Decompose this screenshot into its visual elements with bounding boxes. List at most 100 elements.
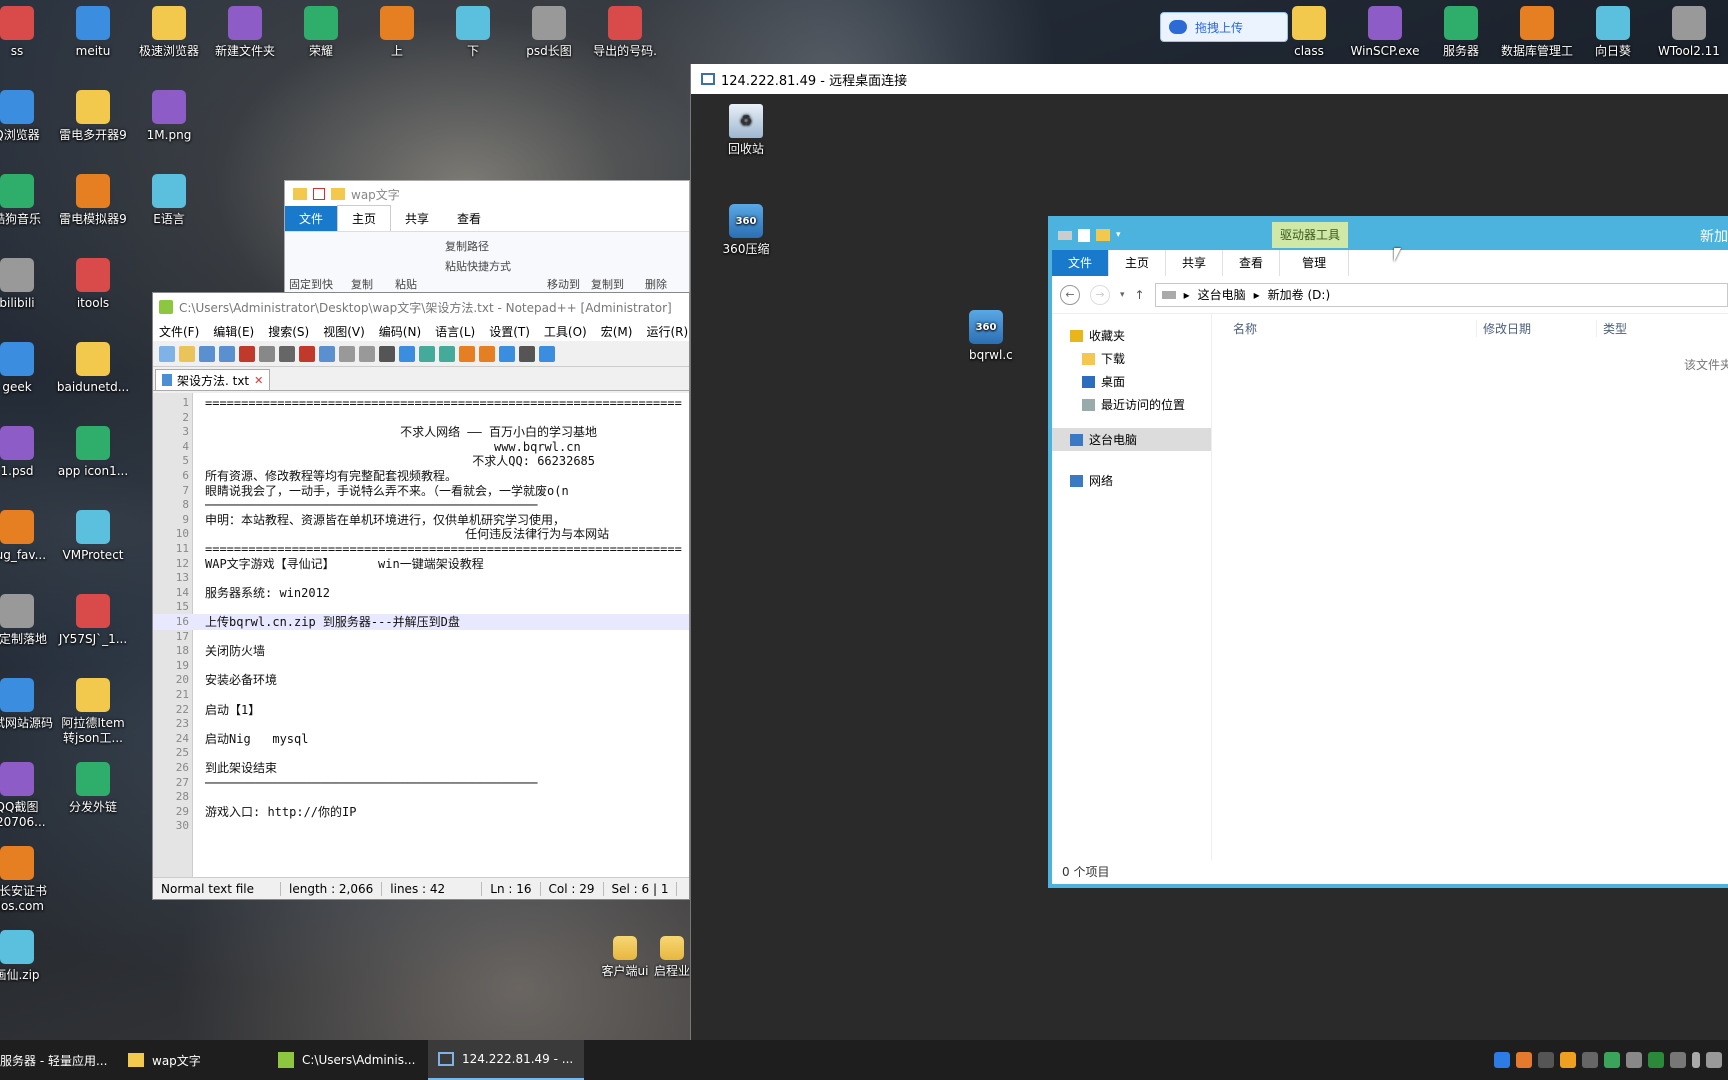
- nav-item[interactable]: 最近访问的位置: [1052, 393, 1211, 416]
- copy-button[interactable]: 复制: [351, 276, 373, 292]
- desktop-icon[interactable]: baidunetd...: [56, 342, 130, 395]
- toolbar-button[interactable]: [459, 345, 475, 362]
- desktop-icon[interactable]: E语言: [132, 174, 206, 227]
- tray-app-icon[interactable]: [1670, 1052, 1686, 1068]
- input-method-icon[interactable]: [1706, 1052, 1722, 1068]
- desktop-icon[interactable]: 测试网站源码: [0, 678, 54, 731]
- desktop-icon[interactable]: psd长图: [512, 6, 586, 59]
- tray-app-icon[interactable]: [1604, 1052, 1620, 1068]
- desktop-icon[interactable]: JY57SJ`_1...: [56, 594, 130, 647]
- desktop-icon[interactable]: WinSCP.exe: [1348, 6, 1422, 59]
- desktop-icon[interactable]: itools: [56, 258, 130, 311]
- toolbar-button[interactable]: [179, 345, 195, 362]
- desktop-icon[interactable]: 荣耀: [284, 6, 358, 59]
- toolbar-button[interactable]: [159, 345, 175, 362]
- delete-button[interactable]: 删除: [645, 276, 667, 292]
- column-date[interactable]: 修改日期: [1477, 319, 1597, 337]
- taskbar-item-server[interactable]: 服务器 - 轻量应用...: [0, 1040, 118, 1080]
- tray-app-icon[interactable]: [1582, 1052, 1598, 1068]
- menu-item[interactable]: 文件(F): [159, 323, 199, 340]
- tray-app-icon[interactable]: [1516, 1052, 1532, 1068]
- menu-item[interactable]: 搜索(S): [268, 323, 309, 340]
- toolbar-button[interactable]: [199, 345, 215, 362]
- copy-to-button[interactable]: 复制到: [591, 276, 624, 292]
- recycle-bin[interactable]: ♻ 回收站: [709, 104, 783, 157]
- breadcrumb-this-pc[interactable]: 这台电脑: [1198, 286, 1246, 303]
- menu-item[interactable]: 视图(V): [323, 323, 365, 340]
- drive-tools-tab[interactable]: 驱动器工具: [1272, 222, 1349, 248]
- toolbar-button[interactable]: [219, 345, 235, 362]
- tab-view[interactable]: 查看: [443, 206, 495, 231]
- properties-icon[interactable]: [1078, 228, 1090, 242]
- desktop-icon[interactable]: 上: [360, 6, 434, 59]
- desktop-icon[interactable]: 新建文件夹: [208, 6, 282, 59]
- tray-app-icon[interactable]: [1648, 1052, 1664, 1068]
- zip-360[interactable]: 360 360压缩: [709, 204, 783, 257]
- desktop-icon[interactable]: 1.psd: [0, 426, 54, 479]
- dropdown-icon[interactable]: ▾: [1116, 230, 1121, 240]
- taskbar-item-wap[interactable]: wap文字: [118, 1040, 268, 1080]
- desktop-icon[interactable]: QQ截图220706...: [0, 762, 54, 830]
- desktop-icon[interactable]: meitu: [56, 6, 130, 59]
- tab-file[interactable]: 文件: [1052, 249, 1110, 276]
- close-icon[interactable]: ✕: [254, 374, 263, 387]
- desktop-icon[interactable]: 极速浏览器: [132, 6, 206, 59]
- remote-explorer-window[interactable]: ▾ 驱动器工具 新加 文件 主页 共享 查看 管理 ← → ▾ ↑ ▸ 这台电脑…: [1048, 216, 1728, 888]
- back-icon[interactable]: ←: [1060, 284, 1080, 305]
- breadcrumb-drive-d[interactable]: 新加卷 (D:): [1268, 286, 1330, 303]
- toolbar-button[interactable]: [499, 345, 515, 362]
- tab-home[interactable]: 主页: [337, 205, 392, 231]
- desktop-icon[interactable]: 户定制落地: [0, 594, 54, 647]
- toolbar-button[interactable]: [299, 345, 315, 362]
- desktop-icon[interactable]: 天长安证书uios.com: [0, 846, 54, 914]
- menu-item[interactable]: 编码(N): [379, 323, 421, 340]
- tray-app-icon[interactable]: [1538, 1052, 1554, 1068]
- toolbar-button[interactable]: [419, 345, 435, 362]
- tab-home[interactable]: 主页: [1109, 249, 1167, 276]
- desktop-icon[interactable]: Q浏览器: [0, 90, 54, 143]
- nav-item[interactable]: 桌面: [1052, 370, 1211, 393]
- tab-share[interactable]: 共享: [391, 206, 443, 231]
- wap-explorer-window[interactable]: wap文字 文件 主页 共享 查看 固定到快 复制 粘贴 复制路径 粘贴快捷方式…: [284, 180, 690, 311]
- pin-button[interactable]: 固定到快: [289, 276, 333, 292]
- toolbar-button[interactable]: [479, 345, 495, 362]
- desktop-icon[interactable]: ss: [0, 6, 54, 59]
- desktop-icon[interactable]: 雷电模拟器9: [56, 174, 130, 227]
- history-dropdown-icon[interactable]: ▾: [1120, 290, 1125, 300]
- menu-item[interactable]: 工具(O): [544, 323, 587, 340]
- taskbar-item-notepad[interactable]: C:\Users\Adminis...: [268, 1040, 428, 1080]
- toolbar-button[interactable]: [379, 345, 395, 362]
- desktop-icon[interactable]: 分发外链: [56, 762, 130, 815]
- document-tab[interactable]: 架设方法. txt ✕: [155, 369, 271, 390]
- toolbar-button[interactable]: [519, 345, 535, 362]
- toolbar-button[interactable]: [239, 345, 255, 362]
- toolbar-button[interactable]: [319, 345, 335, 362]
- nav-item[interactable]: 网络: [1052, 469, 1211, 492]
- tray-app-icon[interactable]: [1626, 1052, 1642, 1068]
- desktop-icon[interactable]: 下: [436, 6, 510, 59]
- client-ui-icon[interactable]: 客户端ui: [588, 936, 662, 979]
- column-type[interactable]: 类型: [1597, 320, 1627, 337]
- desktop-icon[interactable]: 画仙.zip: [0, 930, 54, 983]
- desktop-icon[interactable]: 雷电多开器9: [56, 90, 130, 143]
- toolbar-button[interactable]: [539, 345, 555, 362]
- up-icon[interactable]: ↑: [1135, 288, 1145, 302]
- toolbar-button[interactable]: [399, 345, 415, 362]
- notepadpp-window[interactable]: C:\Users\Administrator\Desktop\wap文字\架设方…: [152, 292, 690, 900]
- desktop-icon[interactable]: 导出的号码.: [588, 6, 662, 59]
- desktop-icon[interactable]: geek: [0, 342, 54, 395]
- tab-view[interactable]: 查看: [1223, 249, 1281, 276]
- microphone-icon[interactable]: [1692, 1052, 1700, 1068]
- toolbar-button[interactable]: [439, 345, 455, 362]
- desktop-icon[interactable]: 酷狗音乐: [0, 174, 54, 227]
- taskbar-item-rdp[interactable]: 124.222.81.49 - ...: [428, 1040, 584, 1080]
- desktop-icon[interactable]: bug_fav...: [0, 510, 54, 563]
- nav-item[interactable]: 这台电脑: [1052, 428, 1211, 451]
- desktop-icon[interactable]: VMProtect: [56, 510, 130, 563]
- copy-path-button[interactable]: 复制路径: [445, 238, 489, 254]
- desktop-icon[interactable]: WTool2.11: [1652, 6, 1726, 59]
- upload-badge[interactable]: 拖拽上传: [1160, 12, 1288, 42]
- move-to-button[interactable]: 移动到: [547, 276, 580, 292]
- column-name[interactable]: 名称: [1217, 319, 1477, 337]
- toolbar-button[interactable]: [339, 345, 355, 362]
